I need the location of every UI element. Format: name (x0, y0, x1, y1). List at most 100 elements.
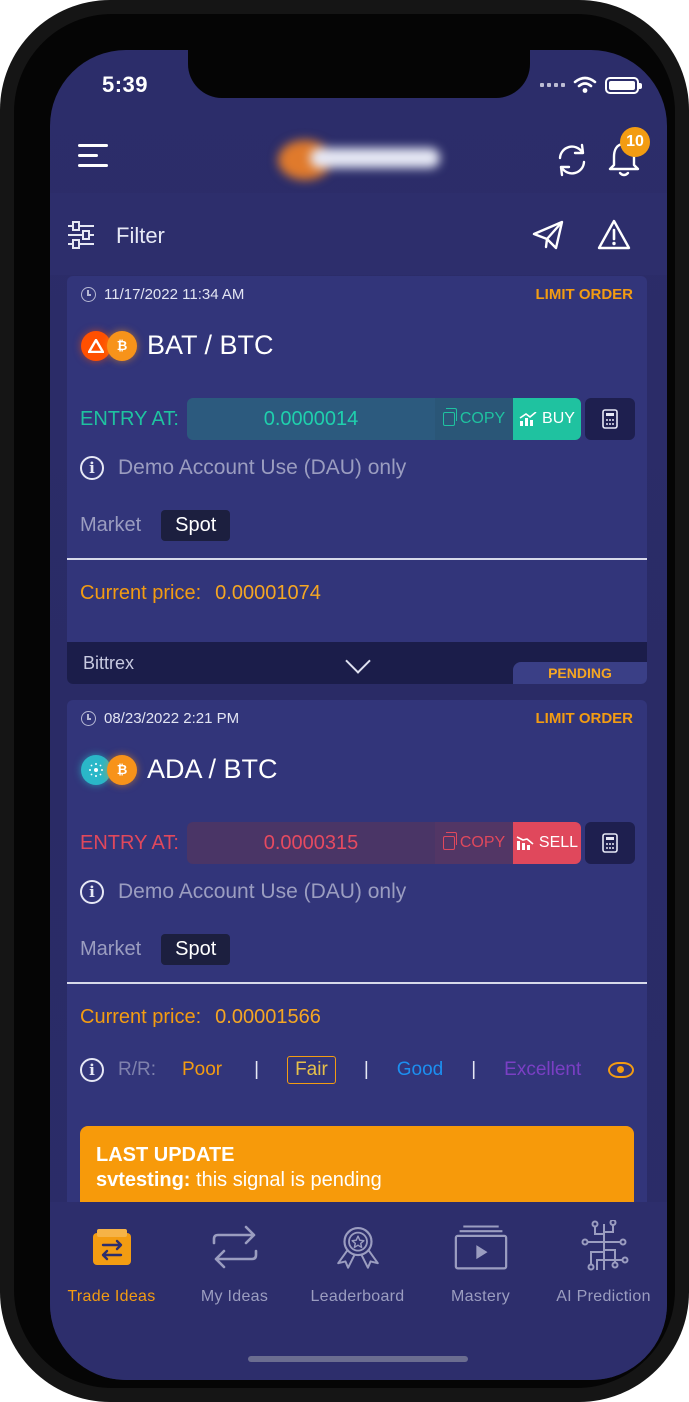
exchange-bar[interactable]: Bittrex PENDING (67, 642, 647, 684)
wifi-icon (573, 76, 597, 93)
market-type-chip: Spot (161, 510, 231, 541)
rr-poor: Poor (182, 1059, 223, 1080)
divider (67, 982, 647, 984)
current-price-row: Current price: 0.00001566 (80, 1006, 321, 1029)
rr-separator: | (471, 1059, 477, 1080)
tab-label: My Ideas (200, 1288, 269, 1305)
current-price-value: 0.00001074 (215, 582, 321, 604)
risk-reward-row: i R/R: Poor | Fair | Good | Excellent (80, 1052, 634, 1088)
copy-label: COPY (459, 410, 506, 427)
order-type-label: LIMIT ORDER (535, 710, 634, 727)
pair-label: ADA / BTC (147, 754, 278, 784)
entry-box: 0.0000315 COPY SELL (187, 822, 581, 864)
timestamp-text: 08/23/2022 2:21 PM (104, 710, 240, 727)
demo-account-note: i Demo Account Use (DAU) only (80, 880, 406, 904)
refresh-icon[interactable] (552, 140, 592, 180)
demo-note-text: Demo Account Use (DAU) only (118, 880, 407, 903)
order-type-label: LIMIT ORDER (535, 286, 634, 303)
info-icon: i (80, 880, 104, 904)
tab-mastery[interactable]: Mastery (419, 1220, 542, 1310)
sell-label: SELL (538, 834, 579, 851)
copy-entry-button[interactable]: COPY (435, 398, 513, 440)
last-update-title: LAST UPDATE (96, 1144, 235, 1166)
current-price-row: Current price: 0.00001074 (80, 582, 321, 605)
current-price-label: Current price: (80, 582, 202, 604)
eye-icon[interactable] (608, 1062, 634, 1078)
demo-account-note: i Demo Account Use (DAU) only (80, 456, 406, 480)
tab-my-ideas[interactable]: My Ideas (173, 1220, 296, 1310)
clock-icon (81, 287, 96, 302)
info-icon[interactable]: i (80, 1058, 104, 1082)
tab-trade-ideas[interactable]: Trade Ideas (50, 1220, 173, 1310)
market-type-chip: Spot (161, 934, 231, 965)
card-timestamp: 08/23/2022 2:21 PM (81, 710, 239, 727)
entry-row: ENTRY AT: 0.0000014 COPY BUY (67, 398, 647, 440)
rr-label: R/R: (118, 1059, 156, 1080)
calculator-button[interactable] (585, 398, 635, 440)
phone-bezel: 5:39 10 Filter 11/17/2022 11:34 AM LIMIT… (14, 14, 675, 1388)
clock-icon (81, 711, 96, 726)
trade-idea-card[interactable]: 11/17/2022 11:34 AM LIMIT ORDER ₿ BAT / … (67, 276, 647, 684)
notch (188, 50, 530, 98)
hamburger-menu-icon[interactable] (78, 144, 112, 174)
calculator-icon (602, 409, 618, 429)
status-icons (540, 76, 642, 94)
telegram-send-icon[interactable] (530, 217, 566, 253)
calculator-button[interactable] (585, 822, 635, 864)
pair-label: BAT / BTC (147, 330, 274, 360)
bottom-tab-bar: Trade Ideas My Ideas Leaderboard Mastery… (50, 1202, 667, 1380)
rr-excellent: Excellent (504, 1059, 582, 1080)
demo-note-text: Demo Account Use (DAU) only (118, 456, 407, 479)
timestamp-text: 11/17/2022 11:34 AM (104, 286, 245, 303)
entry-box: 0.0000014 COPY BUY (187, 398, 581, 440)
copy-entry-button[interactable]: COPY (435, 822, 513, 864)
status-badge: PENDING (513, 662, 647, 684)
tab-label: Trade Ideas (67, 1288, 156, 1305)
rr-good: Good (396, 1059, 444, 1080)
tab-label: Leaderboard (310, 1288, 405, 1305)
card-timestamp: 11/17/2022 11:34 AM (81, 286, 244, 303)
rr-separator: | (254, 1059, 260, 1080)
filter-button[interactable]: Filter (116, 223, 165, 249)
rr-fair-selected: Fair (287, 1056, 336, 1084)
trade-ideas-icon (92, 1229, 131, 1265)
exchange-name: Bittrex (83, 653, 135, 673)
current-price-label: Current price: (80, 1006, 202, 1028)
entry-value: 0.0000315 (187, 822, 435, 864)
filter-sliders-icon[interactable] (66, 220, 96, 250)
filter-bar: Filter (50, 193, 667, 275)
entry-label: ENTRY AT: (80, 832, 179, 854)
trading-pair: ₿ BAT / BTC (81, 330, 274, 361)
warning-icon[interactable] (596, 217, 632, 253)
tab-label: Mastery (451, 1288, 510, 1305)
chevron-down-icon[interactable] (345, 648, 371, 674)
divider (67, 558, 647, 560)
tab-ai-prediction[interactable]: AI Prediction (542, 1220, 665, 1310)
tab-label: AI Prediction (556, 1288, 651, 1305)
notification-count-badge: 10 (620, 127, 650, 157)
market-row: Market Spot (80, 934, 231, 965)
phone-frame: 5:39 10 Filter 11/17/2022 11:34 AM LIMIT… (0, 0, 689, 1402)
btc-coin-icon: ₿ (107, 754, 137, 785)
circuit-icon (581, 1220, 628, 1271)
chart-down-icon (516, 836, 534, 850)
sell-button[interactable]: SELL (513, 822, 581, 864)
buy-button[interactable]: BUY (513, 398, 581, 440)
status-time: 5:39 (102, 72, 149, 97)
tab-leaderboard[interactable]: Leaderboard (296, 1220, 419, 1310)
calculator-icon (602, 833, 618, 853)
current-price-value: 0.00001566 (215, 1006, 321, 1028)
trade-idea-card[interactable]: 08/23/2022 2:21 PM LIMIT ORDER ₿ ADA / B… (67, 700, 647, 1260)
award-badge-icon (336, 1227, 379, 1269)
home-indicator[interactable] (248, 1356, 468, 1362)
copy-icon (442, 832, 457, 850)
btc-coin-icon: ₿ (107, 330, 137, 361)
buy-label: BUY (542, 410, 575, 427)
rr-separator: | (363, 1059, 369, 1080)
last-update-text: svtesting: this signal is pending (96, 1169, 618, 1192)
market-row: Market Spot (80, 510, 231, 541)
swap-arrows-icon (212, 1225, 257, 1269)
trading-pair: ₿ ADA / BTC (81, 754, 278, 785)
app-header: 10 (50, 127, 667, 194)
app-screen: 5:39 10 Filter 11/17/2022 11:34 AM LIMIT… (50, 50, 667, 1380)
